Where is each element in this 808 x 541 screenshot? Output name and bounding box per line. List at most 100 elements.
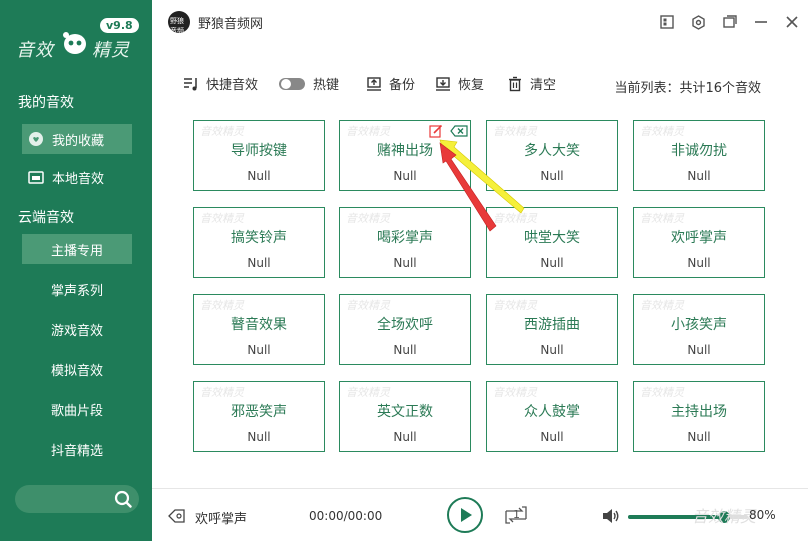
loop-count: 1 bbox=[513, 508, 520, 521]
card-watermark: 音效精灵 bbox=[640, 212, 684, 225]
sound-name: 搞笑铃声 bbox=[231, 230, 287, 246]
sound-hotkey: Null bbox=[540, 256, 564, 270]
sound-card[interactable]: 音效精灵 赌神出场 Null bbox=[339, 120, 471, 191]
backup-label: 备份 bbox=[389, 78, 416, 93]
sound-card[interactable]: 音效精灵 非诚勿扰 Null bbox=[633, 120, 765, 191]
sidebar-item-favorites[interactable]: 我的收藏 bbox=[22, 124, 132, 154]
sidebar-item-label: 主播专用 bbox=[51, 243, 104, 259]
edit-icon[interactable] bbox=[429, 124, 443, 138]
sound-card[interactable]: 音效精灵多人大笑 Null bbox=[486, 120, 618, 191]
sound-card[interactable]: 音效精灵 喝彩掌声 Null bbox=[339, 207, 471, 278]
settings-icon[interactable] bbox=[689, 13, 707, 31]
section-my-sounds: 我的音效 bbox=[18, 95, 74, 111]
sound-hotkey: Null bbox=[687, 343, 711, 357]
volume-percent: 80% bbox=[749, 508, 776, 522]
sound-card[interactable]: 音效精灵哄堂大笑 Null bbox=[486, 207, 618, 278]
sidebar-item-label: 歌曲片段 bbox=[51, 403, 104, 419]
volume-icon[interactable] bbox=[602, 508, 620, 524]
backup-button[interactable]: 备份 bbox=[365, 74, 415, 93]
sound-name: 邪恶笑声 bbox=[231, 404, 287, 420]
sound-hotkey: Null bbox=[687, 430, 711, 444]
sound-name: 众人鼓掌 bbox=[524, 404, 580, 420]
sidebar-item-label: 抖音精选 bbox=[51, 443, 104, 459]
sound-hotkey: Null bbox=[393, 343, 417, 357]
sidebar-item-douyin[interactable]: 抖音精选 bbox=[22, 434, 132, 464]
sound-hotkey: Null bbox=[540, 169, 564, 183]
logo-text-right: 精灵 bbox=[92, 40, 130, 61]
sound-hotkey: Null bbox=[247, 343, 271, 357]
card-watermark: 音效精灵 bbox=[346, 386, 390, 399]
sound-card[interactable]: 音效精灵 搞笑铃声 Null bbox=[193, 207, 325, 278]
hotkey-sound-label: 快捷音效 bbox=[206, 78, 259, 93]
sidebar-item-simulation[interactable]: 模拟音效 bbox=[22, 354, 132, 384]
sidebar-item-label: 游戏音效 bbox=[51, 323, 104, 339]
sound-card[interactable]: 音效精灵小孩笑声 Null bbox=[633, 294, 765, 365]
card-watermark: 音效精灵 bbox=[640, 299, 684, 312]
sound-card[interactable]: 音效精灵欢呼掌声 Null bbox=[633, 207, 765, 278]
speaker-tag-icon bbox=[168, 509, 185, 523]
hotkey-toggle[interactable]: 热键 bbox=[279, 74, 339, 93]
sidebar-item-label: 掌声系列 bbox=[51, 283, 104, 299]
title-bar: 野狼音频 野狼音频网 bbox=[152, 0, 808, 44]
sound-hotkey: Null bbox=[393, 256, 417, 270]
sidebar-item-local[interactable]: 本地音效 bbox=[22, 162, 132, 192]
skin-icon[interactable] bbox=[658, 13, 676, 31]
player-watermark: 音效精灵 bbox=[692, 507, 757, 526]
sound-name: 英文正数 bbox=[377, 404, 433, 420]
sound-card[interactable]: 音效精灵 全场欢呼 Null bbox=[339, 294, 471, 365]
card-watermark: 音效精灵 bbox=[200, 299, 244, 312]
version-badge: v9.8 bbox=[100, 18, 139, 33]
section-cloud-sounds: 云端音效 bbox=[18, 210, 74, 226]
sound-card[interactable]: 音效精灵 邪恶笑声 Null bbox=[193, 381, 325, 452]
logo-text-left: 音效 bbox=[16, 40, 54, 61]
card-watermark: 音效精灵 bbox=[493, 125, 537, 138]
sound-name: 哄堂大笑 bbox=[524, 230, 580, 246]
sound-name: 导师按键 bbox=[231, 143, 287, 159]
card-watermark: 音效精灵 bbox=[640, 125, 684, 138]
toolbar: 快捷音效 热键 备份 恢复 清空 当前列表：共计16个音效 bbox=[152, 70, 808, 98]
loop-button[interactable]: 1 bbox=[502, 503, 530, 527]
sound-card[interactable]: 音效精灵英文正数 Null bbox=[339, 381, 471, 452]
delete-icon[interactable] bbox=[450, 124, 468, 138]
clear-label: 清空 bbox=[530, 78, 557, 93]
sound-card[interactable]: 音效精灵 西游插曲 Null bbox=[486, 294, 618, 365]
card-watermark: 音效精灵 bbox=[493, 212, 537, 225]
hotkey-label: 热键 bbox=[313, 78, 340, 93]
search-input[interactable] bbox=[15, 485, 139, 513]
sound-card[interactable]: 音效精灵 瞽音效果 Null bbox=[193, 294, 325, 365]
sound-hotkey: Null bbox=[247, 169, 271, 183]
sound-name: 非诚勿扰 bbox=[671, 143, 727, 159]
search-icon[interactable] bbox=[114, 490, 132, 508]
sound-name: 多人大笑 bbox=[524, 143, 580, 159]
current-track: 欢呼掌声 bbox=[195, 512, 248, 527]
window-title: 野狼音频网 bbox=[198, 17, 264, 32]
sound-card[interactable]: 音效精灵 众人鼓掌 Null bbox=[486, 381, 618, 452]
sidebar-item-song-clips[interactable]: 歌曲片段 bbox=[22, 394, 132, 424]
list-count-info: 当前列表：共计16个音效 bbox=[614, 81, 761, 96]
close-icon[interactable] bbox=[783, 13, 801, 31]
clear-button[interactable]: 清空 bbox=[506, 74, 556, 93]
card-watermark: 音效精灵 bbox=[493, 299, 537, 312]
sidebar-item-streamer[interactable]: 主播专用 bbox=[22, 234, 132, 264]
backup-icon bbox=[365, 75, 383, 93]
toggle-switch[interactable] bbox=[279, 77, 305, 90]
mini-mode-icon[interactable] bbox=[721, 13, 739, 31]
card-watermark: 音效精灵 bbox=[200, 386, 244, 399]
sound-name: 喝彩掌声 bbox=[377, 230, 433, 246]
sound-name: 小孩笑声 bbox=[671, 317, 727, 333]
play-button[interactable] bbox=[447, 497, 483, 533]
sound-name: 欢呼掌声 bbox=[671, 230, 727, 246]
sound-hotkey: Null bbox=[393, 430, 417, 444]
sound-card[interactable]: 音效精灵 主持出场 Null bbox=[633, 381, 765, 452]
avatar: 野狼音频 bbox=[168, 11, 190, 33]
sidebar-item-label: 模拟音效 bbox=[51, 363, 104, 379]
sidebar-item-applause[interactable]: 掌声系列 bbox=[22, 274, 132, 304]
restore-button[interactable]: 恢复 bbox=[434, 74, 484, 93]
minimize-icon[interactable] bbox=[752, 13, 770, 31]
track-time: 00:00/00:00 bbox=[309, 509, 383, 523]
sound-name: 西游插曲 bbox=[524, 317, 580, 333]
sound-card[interactable]: 音效精灵 导师按键 Null bbox=[193, 120, 325, 191]
sidebar-item-game[interactable]: 游戏音效 bbox=[22, 314, 132, 344]
sound-hotkey: Null bbox=[687, 256, 711, 270]
hotkey-sound-button[interactable]: 快捷音效 bbox=[182, 74, 258, 93]
